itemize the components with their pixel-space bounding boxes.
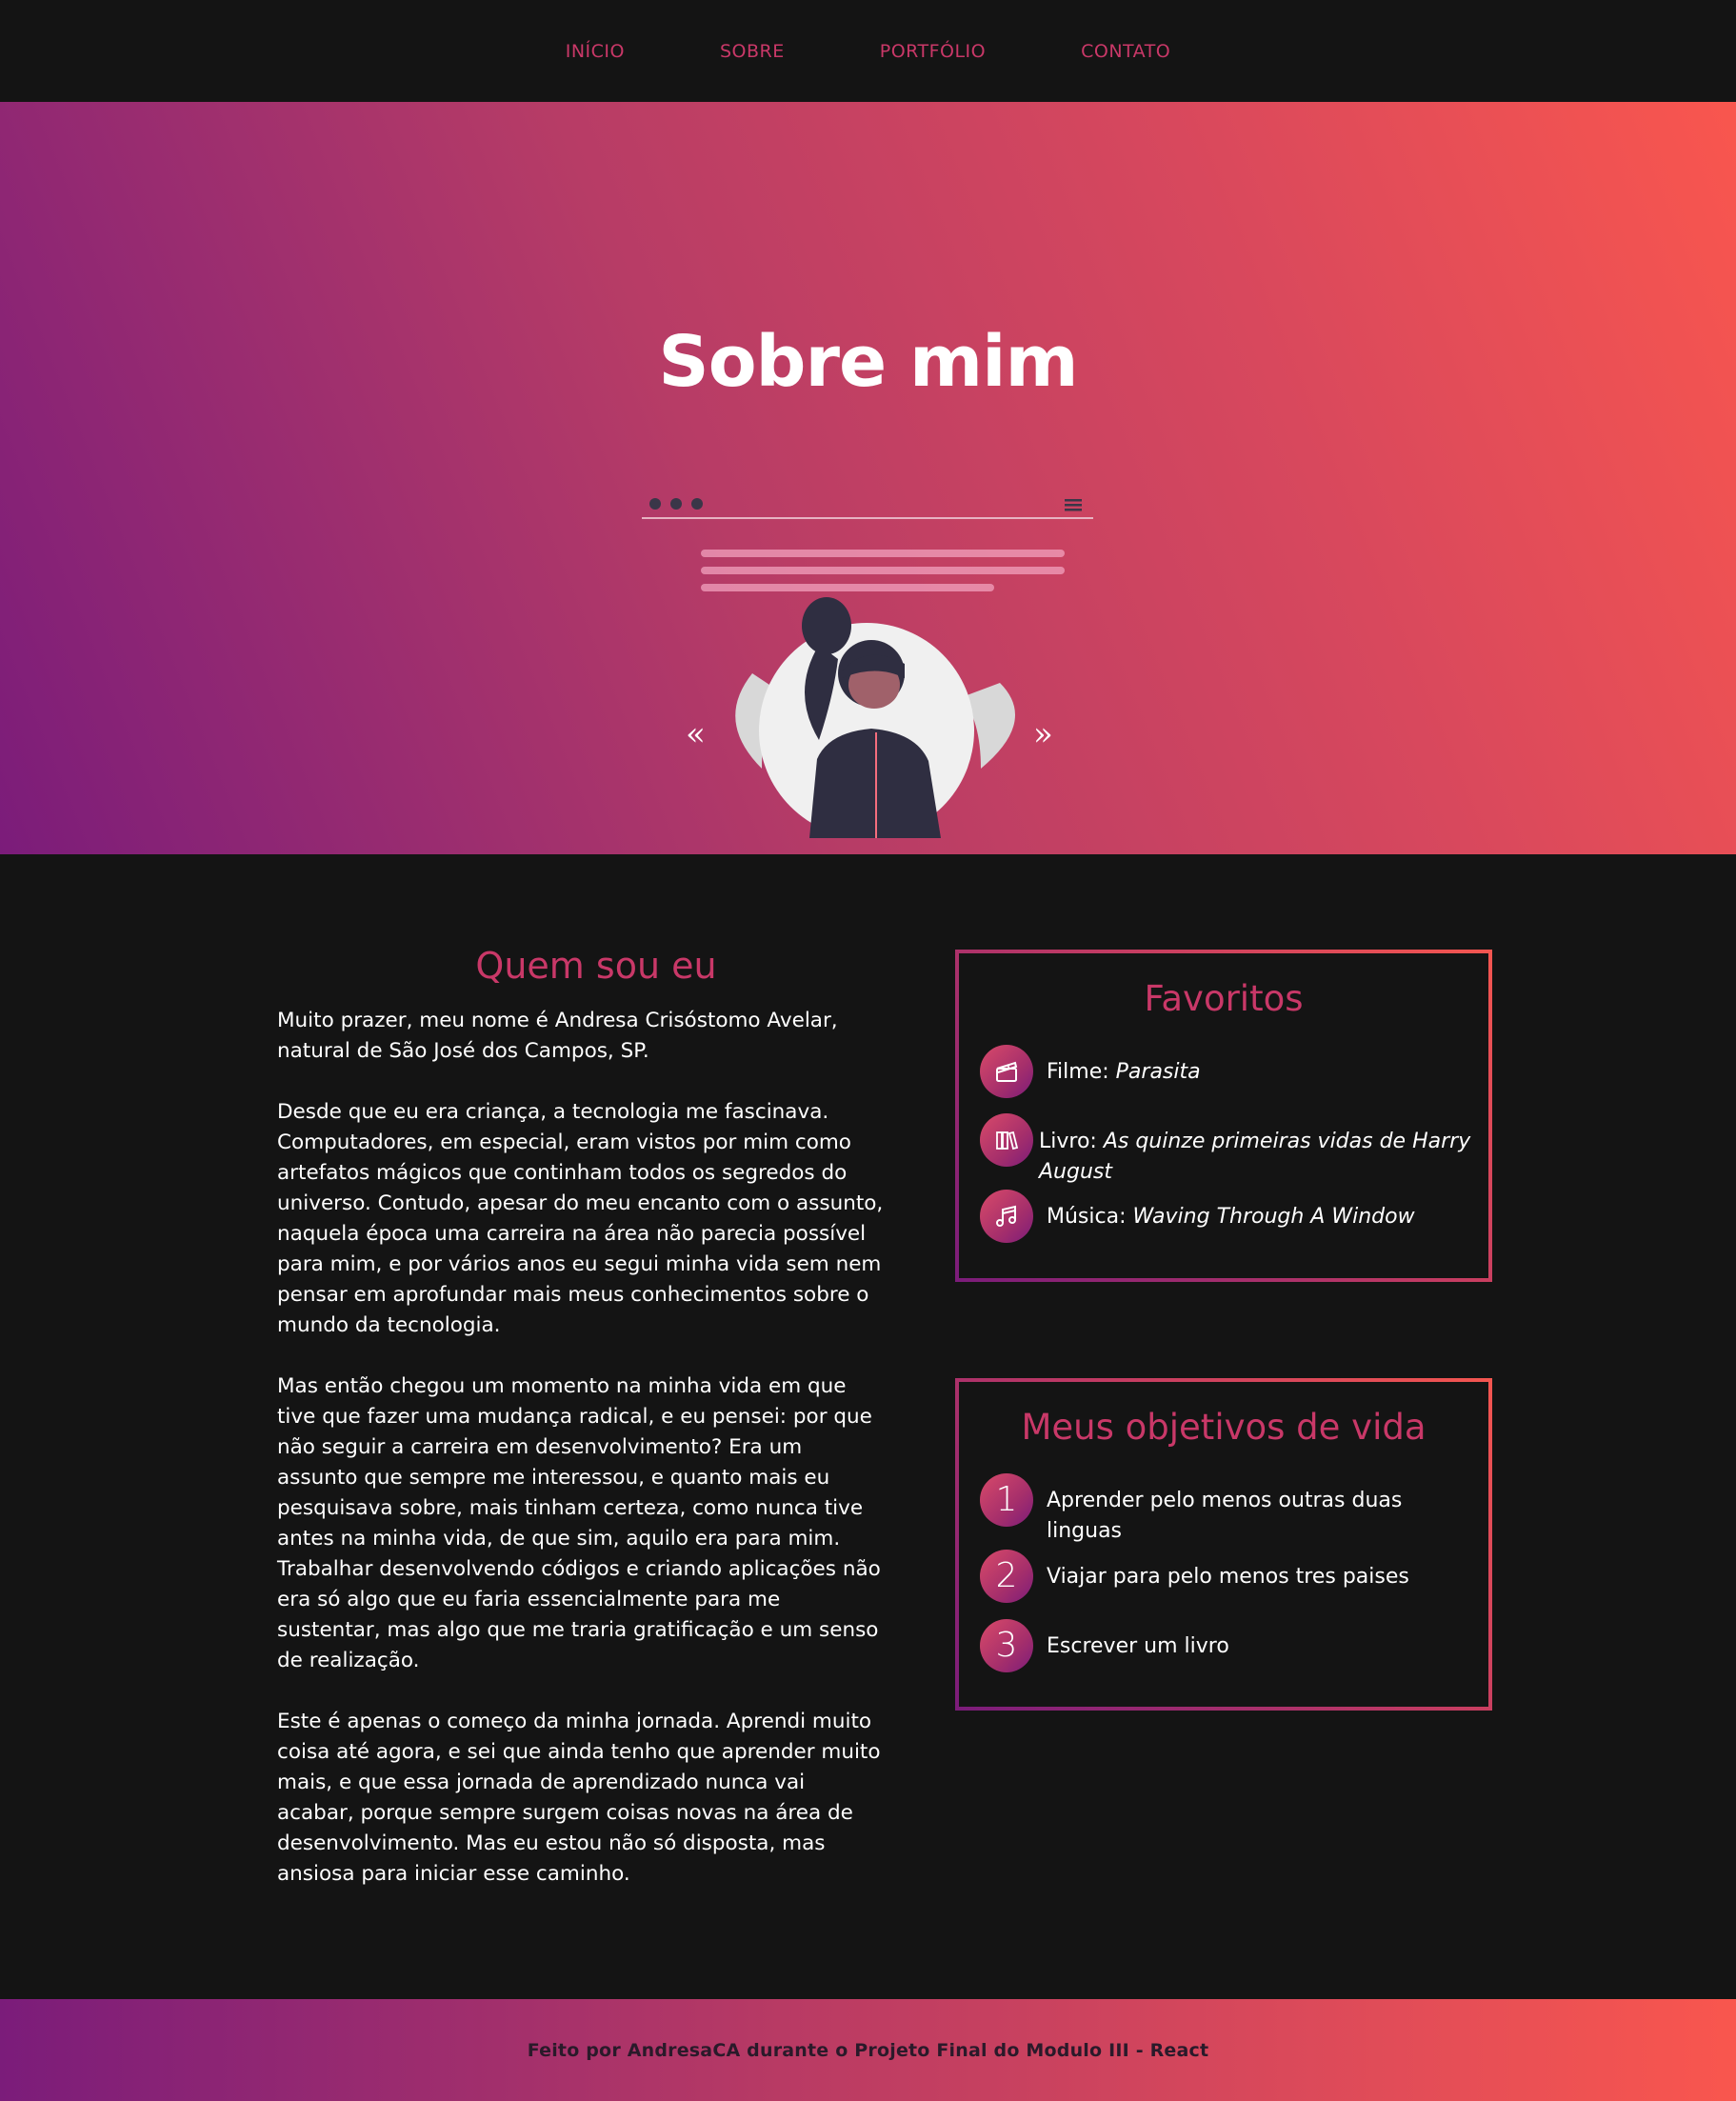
page-title: Sobre mim [658,321,1078,403]
favorite-value: As quinze primeiras vidas de Harry Augus… [1039,1130,1471,1184]
books-icon [980,1113,1033,1167]
music-note-icon [980,1190,1033,1243]
life-goals-card: Meus objetivos de vida 1 Aprender pelo m… [955,1378,1492,1711]
svg-text:»: » [1033,715,1053,753]
about-paragraph: Mas então chegou um momento na minha vid… [277,1374,881,1672]
favorite-item-film: Filme: Parasita [980,1045,1201,1098]
about-paragraph: Muito prazer, meu nome é Andresa Crisóst… [277,1009,838,1063]
goal-item: 2 Viajar para pelo menos tres paises [980,1550,1409,1603]
nav-link-sobre[interactable]: SOBRE [720,41,785,62]
film-clapperboard-icon [980,1045,1033,1098]
goal-text: Aprender pelo menos outras duas linguas [1047,1489,1403,1543]
goal-text: Viajar para pelo menos tres paises [1047,1565,1409,1589]
favorite-label: Livro: [1039,1130,1097,1153]
favorites-heading: Favoritos [1144,978,1304,1019]
profile-illustration: « » [642,498,1093,838]
favorites-card: Favoritos Filme: Parasita Livro: As quin… [955,950,1492,1282]
svg-text:«: « [686,715,706,753]
footer-credit: Feito por AndresaCA durante o Projeto Fi… [527,2039,1209,2061]
number-badge: 1 [980,1473,1033,1527]
page-footer: Feito por AndresaCA durante o Projeto Fi… [0,1999,1736,2101]
goals-heading: Meus objetivos de vida [1021,1407,1427,1448]
goal-item: 3 Escrever um livro [980,1619,1229,1672]
about-heading: Quem sou eu [475,945,717,987]
about-paragraph: Este é apenas o começo da minha jornada.… [277,1710,881,1886]
about-section: Quem sou eu Muito prazer, meu nome é And… [277,945,887,1920]
nav-link-contato[interactable]: CONTATO [1081,41,1170,62]
favorite-label: Filme: [1047,1060,1109,1084]
main-content: Quem sou eu Muito prazer, meu nome é And… [0,854,1736,1998]
number-badge: 3 [980,1619,1033,1672]
favorite-value: Parasita [1115,1060,1201,1084]
nav-link-portfolio[interactable]: PORTFÓLIO [880,41,986,62]
favorite-item-book: Livro: As quinze primeiras vidas de Harr… [980,1113,1475,1188]
goal-item: 1 Aprender pelo menos outras duas lingua… [980,1473,1418,1547]
about-paragraph: Desde que eu era criança, a tecnologia m… [277,1100,884,1337]
nav-link-inicio[interactable]: INÍCIO [566,41,625,62]
favorite-item-music: Música: Waving Through A Window [980,1190,1415,1243]
goal-text: Escrever um livro [1047,1634,1229,1658]
number-badge: 2 [980,1550,1033,1603]
top-navigation: INÍCIO SOBRE PORTFÓLIO CONTATO [0,0,1736,102]
favorite-value: Waving Through A Window [1132,1205,1415,1229]
favorite-label: Música: [1047,1205,1127,1229]
hero-banner: Sobre mim « » [0,102,1736,854]
